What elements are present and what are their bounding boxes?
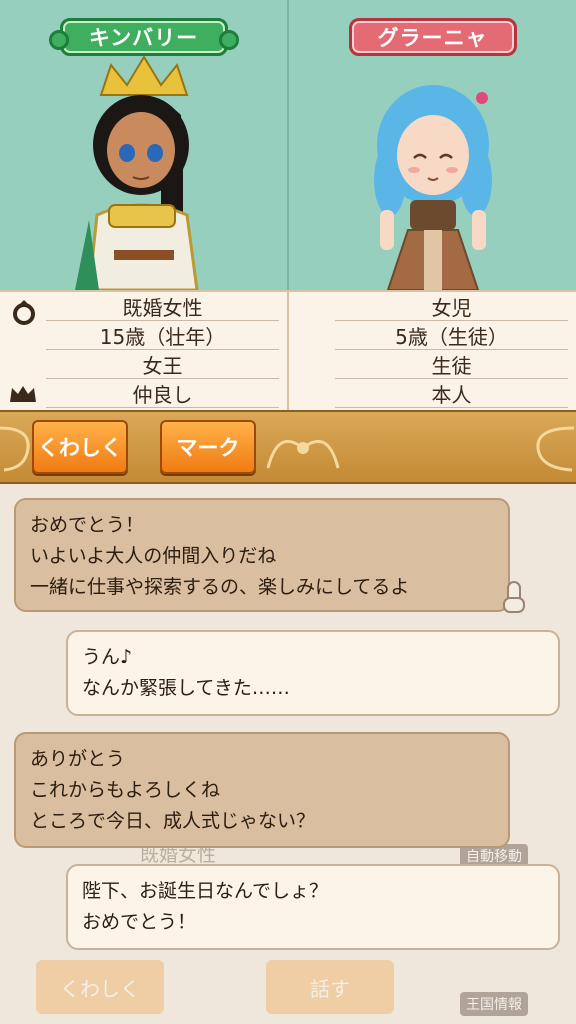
right-character-name: グラーニャ — [348, 18, 517, 56]
left-character-panel[interactable]: キンバリー — [0, 0, 289, 290]
ring-icon — [13, 300, 35, 325]
dialogue-bubble-1: おめでとう！ いよいよ大人の仲間入りだね 一緒に仕事や探索するの、楽しみにしてる… — [14, 498, 510, 612]
dialogue-bubble-4: 陛下、お誕生日なんでしょ？ おめでとう！ — [66, 864, 560, 950]
dialogue-bubble-2: うん♪ なんか緊張してきた…… — [66, 630, 560, 716]
girl-character-portrait — [373, 85, 492, 290]
faded-talk-button: 話す — [266, 960, 394, 1014]
left-character-name: キンバリー — [48, 18, 239, 56]
left-relationship: 仲良し — [46, 379, 279, 408]
action-bar: くわしく マーク — [0, 410, 576, 484]
mark-button[interactable]: マーク — [160, 420, 256, 474]
details-button[interactable]: くわしく — [32, 420, 128, 474]
queen-character-portrait — [74, 55, 199, 290]
character-info-table: 既婚女性 15歳（壮年） 女王 仲良し 女児 5歳（生徒） 生徒 本人 — [0, 290, 576, 410]
tap-finger-icon — [503, 581, 525, 613]
right-occupation: 生徒 — [335, 350, 568, 379]
left-age: 15歳（壮年） — [46, 321, 279, 350]
crown-icon — [10, 386, 36, 402]
dialogue-bubble-3: ありがとう これからもよろしくね ところで今日、成人式じゃない？ — [14, 732, 510, 848]
right-age: 5歳（生徒） — [335, 321, 568, 350]
left-occupation: 女王 — [46, 350, 279, 379]
dialogue-area: 既婚女性 自動移動 くわしく 話す 王国情報 おめでとう！ いよいよ大人の仲間入… — [0, 484, 576, 1024]
right-marital-status: 女児 — [335, 292, 568, 321]
faded-details-button: くわしく — [36, 960, 164, 1014]
portrait-area: キンバリー グラーニャ — [0, 0, 576, 290]
faded-kingdom-info-label: 王国情報 — [460, 992, 528, 1016]
right-info-column: 女児 5歳（生徒） 生徒 本人 — [287, 292, 576, 410]
right-relationship: 本人 — [335, 379, 568, 408]
right-character-panel[interactable]: グラーニャ — [289, 0, 576, 290]
right-ornament-icon — [536, 426, 575, 472]
left-info-column: 既婚女性 15歳（壮年） 女王 仲良し — [0, 292, 287, 410]
center-ornament-icon — [266, 439, 340, 469]
left-marital-status: 既婚女性 — [46, 292, 279, 321]
